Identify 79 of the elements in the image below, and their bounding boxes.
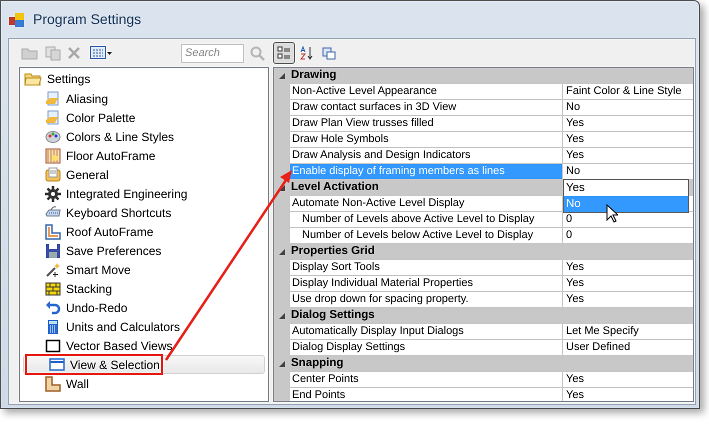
- app-icon: [9, 12, 25, 28]
- property-value[interactable]: Yes: [563, 116, 693, 132]
- folder-icon: [24, 72, 42, 86]
- sort-alpha-icon: [300, 46, 314, 60]
- page-icon: [45, 90, 61, 106]
- search-field[interactable]: Search: [181, 44, 244, 62]
- tree-item[interactable]: Roof AutoFrame: [20, 222, 268, 241]
- property-name[interactable]: Draw Plan View trusses filled: [290, 116, 563, 132]
- wand-icon: [45, 262, 61, 278]
- property-value[interactable]: Yes: [563, 148, 693, 164]
- frame-icon: [45, 148, 61, 164]
- property-name[interactable]: Use drop down for spacing property.: [290, 292, 563, 308]
- collapse-triangle-icon[interactable]: [279, 185, 285, 191]
- tree-item[interactable]: Stacking: [20, 279, 268, 298]
- tree-item[interactable]: Units and Calculators: [20, 317, 268, 336]
- tree-item[interactable]: Floor AutoFrame: [20, 146, 268, 165]
- tree-item[interactable]: Settings: [47, 70, 90, 88]
- window-title: Program Settings: [33, 10, 142, 29]
- property-name[interactable]: End Points: [290, 388, 563, 401]
- tree-item[interactable]: Wall: [20, 374, 268, 393]
- property-value[interactable]: Yes: [563, 388, 693, 401]
- tree-item[interactable]: Keyboard Shortcuts: [20, 203, 268, 222]
- tree-item[interactable]: Colors & Line Styles: [20, 127, 268, 146]
- property-pages-icon: [322, 46, 336, 60]
- property-value[interactable]: 0: [563, 228, 693, 244]
- roof-icon: [45, 224, 61, 240]
- property-name[interactable]: Non-Active Level Appearance: [290, 84, 563, 100]
- categorized-view-icon: [277, 46, 291, 60]
- property-name[interactable]: Display Individual Material Properties: [290, 276, 563, 292]
- property-name[interactable]: Draw Analysis and Design Indicators: [290, 148, 563, 164]
- gear-icon: [45, 186, 61, 202]
- property-value[interactable]: Yes: [563, 372, 693, 388]
- square-icon: [45, 338, 61, 354]
- property-value[interactable]: Faint Color & Line Style: [563, 84, 693, 100]
- category-header: Dialog Settings: [291, 308, 375, 324]
- tree-item[interactable]: General: [20, 165, 268, 184]
- bricks-icon: [45, 280, 61, 296]
- collapse-triangle-icon[interactable]: [279, 361, 285, 367]
- property-name[interactable]: Dialog Display Settings: [290, 340, 563, 356]
- window-icon: [49, 356, 65, 372]
- collapse-triangle-icon[interactable]: [279, 249, 285, 255]
- document-icon: [45, 166, 61, 182]
- category-header: Properties Grid: [291, 244, 375, 260]
- property-value[interactable]: User Defined: [563, 340, 693, 356]
- property-value[interactable]: Yes: [563, 292, 693, 308]
- tree-item[interactable]: Smart Move: [20, 260, 268, 279]
- property-name[interactable]: Center Points: [290, 372, 563, 388]
- calculator-icon: [45, 318, 61, 334]
- category-header: Drawing: [291, 68, 336, 84]
- property-value[interactable]: No: [563, 100, 693, 116]
- categorized-view-button[interactable]: [273, 42, 295, 64]
- property-name[interactable]: Automatically Display Input Dialogs: [290, 324, 563, 340]
- property-value[interactable]: Yes: [563, 260, 693, 276]
- tree-item[interactable]: Integrated Engineering: [20, 184, 268, 203]
- property-name[interactable]: Automate Non-Active Level Display: [290, 196, 563, 212]
- tree-item[interactable]: Undo-Redo: [20, 298, 268, 317]
- palette-icon: [45, 128, 61, 144]
- category-header: Level Activation: [291, 180, 379, 196]
- tree-item[interactable]: Save Preferences: [20, 241, 268, 260]
- tree-item[interactable]: Vector Based Views: [20, 336, 268, 355]
- tree-item[interactable]: Color Palette: [20, 108, 268, 127]
- property-name[interactable]: Number of Levels below Active Level to Display: [290, 228, 563, 244]
- property-value[interactable]: Yes: [563, 276, 693, 292]
- property-value[interactable]: 0: [563, 212, 693, 228]
- property-name[interactable]: Draw contact surfaces in 3D View: [290, 100, 563, 116]
- property-name[interactable]: Number of Levels above Active Level to Display: [290, 212, 563, 228]
- undo-icon: [45, 300, 61, 316]
- tree-item[interactable]: Aliasing: [20, 89, 268, 108]
- property-name[interactable]: Draw Hole Symbols: [290, 132, 563, 148]
- collapse-triangle-icon[interactable]: [279, 73, 285, 79]
- category-header: Snapping: [291, 356, 344, 372]
- property-name[interactable]: Display Sort Tools: [290, 260, 563, 276]
- property-value[interactable]: Let Me Specify: [563, 324, 693, 340]
- collapse-triangle-icon[interactable]: [279, 313, 285, 319]
- page-icon: [45, 110, 61, 126]
- property-value[interactable]: No: [563, 164, 693, 180]
- grid-view-icon[interactable]: [90, 46, 112, 60]
- tree-item[interactable]: View & Selection: [23, 355, 265, 374]
- property-value[interactable]: Yes: [563, 132, 693, 148]
